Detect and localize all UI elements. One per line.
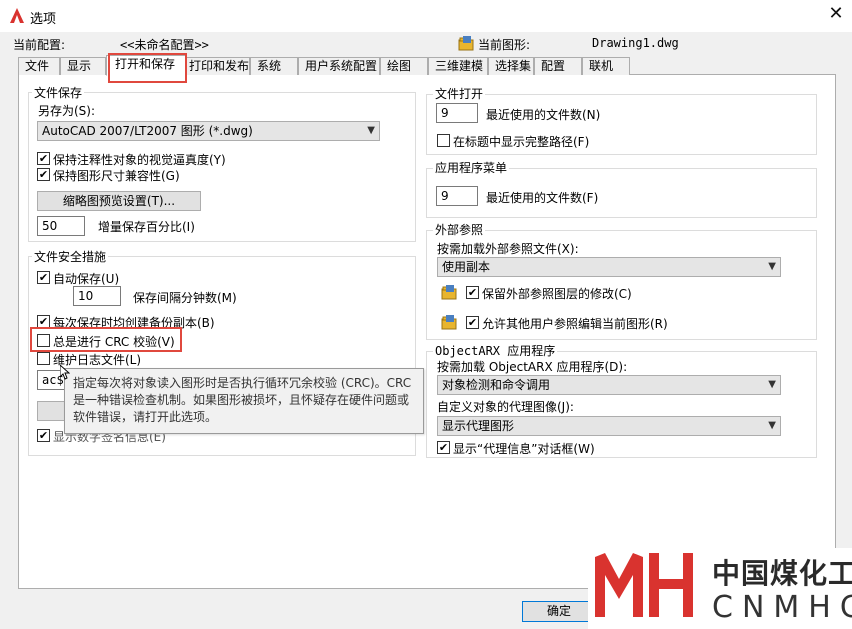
objectarx-title: ObjectARX 应用程序: [433, 342, 558, 359]
title-bar: [0, 0, 852, 32]
security-options-button[interactable]: [37, 401, 67, 421]
save-as-label: 另存为(S):: [38, 104, 96, 118]
tab-3d-modeling[interactable]: 三维建模: [428, 57, 488, 75]
autosave-label: 自动保存(U): [53, 272, 120, 286]
save-as-dropdown[interactable]: AutoCAD 2007/LT2007 图形 (*.dwg) ▼: [37, 121, 380, 141]
file-open-title: 文件打开: [433, 85, 486, 102]
tab-drafting[interactable]: 绘图: [380, 57, 428, 75]
current-profile-value: <<未命名配置>>: [120, 38, 209, 52]
tab-user-preferences[interactable]: 用户系统配置: [298, 57, 380, 75]
log-file-checkbox[interactable]: [37, 352, 50, 365]
tab-profiles[interactable]: 配置: [534, 57, 582, 75]
drawing-size-label: 保持图形尺寸兼容性(G): [53, 169, 180, 183]
proxy-images-label: 自定义对象的代理图像(J):: [437, 400, 574, 414]
crc-highlight: [30, 327, 182, 352]
digital-signature-checkbox[interactable]: ✔: [37, 429, 50, 442]
cnmhg-logo-icon: [595, 553, 693, 617]
proxy-images-value: 显示代理图形: [442, 419, 515, 433]
ok-button[interactable]: 确定: [522, 601, 596, 622]
recent-files-input[interactable]: 9: [436, 103, 478, 123]
crc-tooltip: 指定每次将对象读入图形时是否执行循环冗余校验 (CRC)。CRC 是一种错误检查…: [64, 368, 424, 434]
chevron-down-icon: ▼: [768, 420, 776, 431]
cursor-icon: [60, 365, 70, 380]
visual-fidelity-checkbox[interactable]: ✔: [37, 152, 50, 165]
proxy-images-dropdown[interactable]: 显示代理图形 ▼: [437, 416, 781, 436]
active-tab-highlight: [108, 53, 187, 83]
allow-xref-edit-checkbox[interactable]: ✔: [466, 316, 479, 329]
current-profile-label: 当前配置:: [13, 38, 66, 52]
xref-demand-load-dropdown[interactable]: 使用副本 ▼: [437, 257, 781, 277]
proxy-dialog-checkbox[interactable]: ✔: [437, 441, 450, 454]
tab-files[interactable]: 文件: [18, 57, 60, 75]
tab-display[interactable]: 显示: [60, 57, 106, 75]
autosave-minutes-label: 保存间隔分钟数(M): [133, 291, 237, 305]
close-icon[interactable]: ✕: [826, 4, 846, 24]
chevron-down-icon: ▼: [768, 379, 776, 390]
watermark-english-text: CNMHG: [712, 590, 852, 625]
watermark-chinese-text: 中国煤化工: [712, 557, 852, 590]
chevron-down-icon: ▼: [768, 261, 776, 272]
objectarx-demand-load-dropdown[interactable]: 对象检测和命令调用 ▼: [437, 375, 781, 395]
app-menu-title: 应用程序菜单: [433, 159, 510, 176]
incremental-save-label: 增量保存百分比(I): [98, 220, 195, 234]
tab-system[interactable]: 系统: [250, 57, 298, 75]
tab-plot-and-publish[interactable]: 打印和发布: [186, 57, 250, 75]
xref-title: 外部参照: [433, 221, 486, 238]
autosave-checkbox[interactable]: ✔: [37, 271, 50, 284]
full-path-label: 在标题中显示完整路径(F): [453, 135, 590, 149]
proxy-dialog-label: 显示“代理信息”对话框(W): [453, 442, 595, 456]
recent-files-label: 最近使用的文件数(N): [486, 108, 601, 122]
drawing-size-checkbox[interactable]: ✔: [37, 168, 50, 181]
xref-edit-icon: [441, 315, 457, 330]
file-safety-title: 文件安全措施: [32, 248, 109, 265]
allow-xref-edit-label: 允许其他用户参照编辑当前图形(R): [482, 317, 668, 331]
retain-xref-changes-checkbox[interactable]: ✔: [466, 286, 479, 299]
objectarx-demand-load-label: 按需加载 ObjectARX 应用程序(D):: [437, 360, 628, 374]
current-drawing-label: 当前图形:: [478, 38, 531, 52]
app-menu-recent-input[interactable]: 9: [436, 186, 478, 206]
autosave-minutes-input[interactable]: 10: [73, 286, 121, 306]
objectarx-demand-load-value: 对象检测和命令调用: [442, 378, 551, 392]
tab-selection[interactable]: 选择集: [488, 57, 534, 75]
file-save-title: 文件保存: [32, 84, 85, 101]
retain-xref-changes-label: 保留外部参照图层的修改(C): [482, 287, 632, 301]
app-menu-recent-label: 最近使用的文件数(F): [486, 191, 599, 205]
chevron-down-icon: ▼: [367, 125, 375, 136]
visual-fidelity-label: 保持注释性对象的视觉逼真度(Y): [53, 153, 226, 167]
autocad-logo-icon: [10, 8, 24, 23]
save-as-value: AutoCAD 2007/LT2007 图形 (*.dwg): [42, 124, 253, 138]
current-drawing-value: Drawing1.dwg: [592, 36, 679, 50]
thumbnail-settings-button[interactable]: 缩略图预览设置(T)...: [37, 191, 201, 211]
incremental-save-input[interactable]: 50: [37, 216, 85, 236]
xref-demand-load-value: 使用副本: [442, 260, 491, 274]
full-path-checkbox[interactable]: [437, 134, 450, 147]
tab-online[interactable]: 联机: [582, 57, 630, 75]
window-title: 选项: [30, 12, 57, 27]
xref-layer-icon: [441, 285, 457, 300]
drawing-file-icon: [458, 36, 474, 51]
xref-demand-load-label: 按需加载外部参照文件(X):: [437, 242, 579, 256]
